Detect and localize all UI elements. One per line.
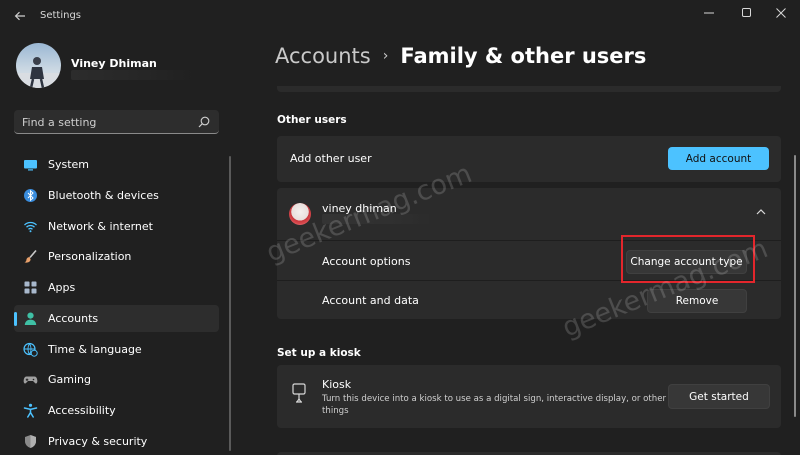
get-started-button[interactable]: Get started xyxy=(668,384,770,409)
remove-button[interactable]: Remove xyxy=(647,289,747,313)
title-bar: Settings xyxy=(0,0,800,32)
sidebar-item-label: Personalization xyxy=(48,250,132,264)
sidebar-item-label: Time & language xyxy=(48,342,142,356)
sidebar-item-privacy-security[interactable]: Privacy & security xyxy=(14,428,219,455)
breadcrumb-parent[interactable]: Accounts xyxy=(275,44,371,68)
add-other-user-card: Add other user Add account xyxy=(277,136,781,182)
kiosk-title: Kiosk xyxy=(322,378,352,391)
sidebar-item-label: Privacy & security xyxy=(48,434,148,448)
profile-name: Viney Dhiman xyxy=(71,57,157,70)
sidebar-item-bluetooth[interactable]: Bluetooth & devices xyxy=(14,182,219,209)
apps-icon xyxy=(24,281,37,294)
user-avatar xyxy=(289,203,311,225)
profile-email-redacted xyxy=(71,70,195,80)
user-expander-header[interactable]: viney dhiman xyxy=(277,188,781,240)
profile-photo-icon xyxy=(16,57,61,88)
accessibility-icon xyxy=(23,403,38,418)
minimize-icon xyxy=(704,12,714,14)
highlight-annotation xyxy=(621,235,755,283)
add-other-user-label: Add other user xyxy=(290,152,372,165)
account-and-data-label: Account and data xyxy=(322,294,419,307)
sidebar-item-label: Network & internet xyxy=(48,219,153,233)
sidebar-item-gaming[interactable]: Gaming xyxy=(14,366,219,393)
card-edge-top xyxy=(277,86,781,92)
page-title: Family & other users xyxy=(400,44,647,68)
minimize-button[interactable] xyxy=(690,0,728,26)
globe-clock-icon xyxy=(23,342,38,357)
sidebar-item-apps[interactable]: Apps xyxy=(14,274,219,301)
section-title-other-users: Other users xyxy=(277,114,347,126)
shield-icon xyxy=(25,434,36,448)
sidebar-item-label: Accessibility xyxy=(48,404,116,417)
sidebar-item-network[interactable]: Network & internet xyxy=(14,213,219,240)
main-scrollbar[interactable] xyxy=(794,155,796,417)
sidebar-scrollbar[interactable] xyxy=(229,156,231,451)
close-button[interactable] xyxy=(762,0,800,26)
add-account-button[interactable]: Add account xyxy=(668,147,769,170)
kiosk-card: Kiosk Turn this device into a kiosk to u… xyxy=(277,365,781,428)
sidebar-item-accessibility[interactable]: Accessibility xyxy=(14,397,219,424)
account-options-label: Account options xyxy=(322,255,411,268)
chevron-up-icon[interactable] xyxy=(755,207,767,217)
sidebar-item-time-language[interactable]: Time & language xyxy=(14,336,219,363)
sidebar-item-accounts[interactable]: Accounts xyxy=(14,304,219,332)
bluetooth-icon xyxy=(24,188,37,202)
back-button[interactable] xyxy=(10,6,30,26)
sidebar-item-system[interactable]: System xyxy=(14,151,219,178)
sidebar-item-label: Gaming xyxy=(48,373,91,387)
user-email-redacted xyxy=(322,214,432,224)
gamepad-icon xyxy=(23,376,38,384)
sidebar-item-label: Bluetooth & devices xyxy=(48,188,159,202)
arrow-left-icon xyxy=(14,11,25,21)
sidebar-item-label: System xyxy=(48,158,90,171)
avatar[interactable] xyxy=(16,43,61,88)
system-icon xyxy=(24,160,37,171)
close-icon xyxy=(776,8,786,18)
search-box[interactable] xyxy=(14,110,219,134)
sidebar-item-label: Accounts xyxy=(48,311,99,325)
breadcrumb: Accounts › Family & other users xyxy=(275,44,646,68)
sidebar-nav: System Bluetooth & devices Network & int… xyxy=(14,151,219,455)
sidebar-item-label: Apps xyxy=(48,281,76,294)
search-icon[interactable] xyxy=(197,115,211,129)
person-icon xyxy=(24,312,37,325)
breadcrumb-separator: › xyxy=(382,48,389,64)
search-input[interactable] xyxy=(22,114,192,130)
sidebar-item-personalization[interactable]: Personalization xyxy=(14,243,219,270)
maximize-button[interactable] xyxy=(728,0,766,26)
brush-icon xyxy=(24,250,37,263)
section-title-kiosk: Set up a kiosk xyxy=(277,347,361,359)
window-title: Settings xyxy=(40,10,82,21)
maximize-icon xyxy=(742,8,751,17)
wifi-icon xyxy=(24,221,37,232)
kiosk-icon xyxy=(292,383,306,403)
kiosk-description: Turn this device into a kiosk to use as … xyxy=(322,394,667,416)
